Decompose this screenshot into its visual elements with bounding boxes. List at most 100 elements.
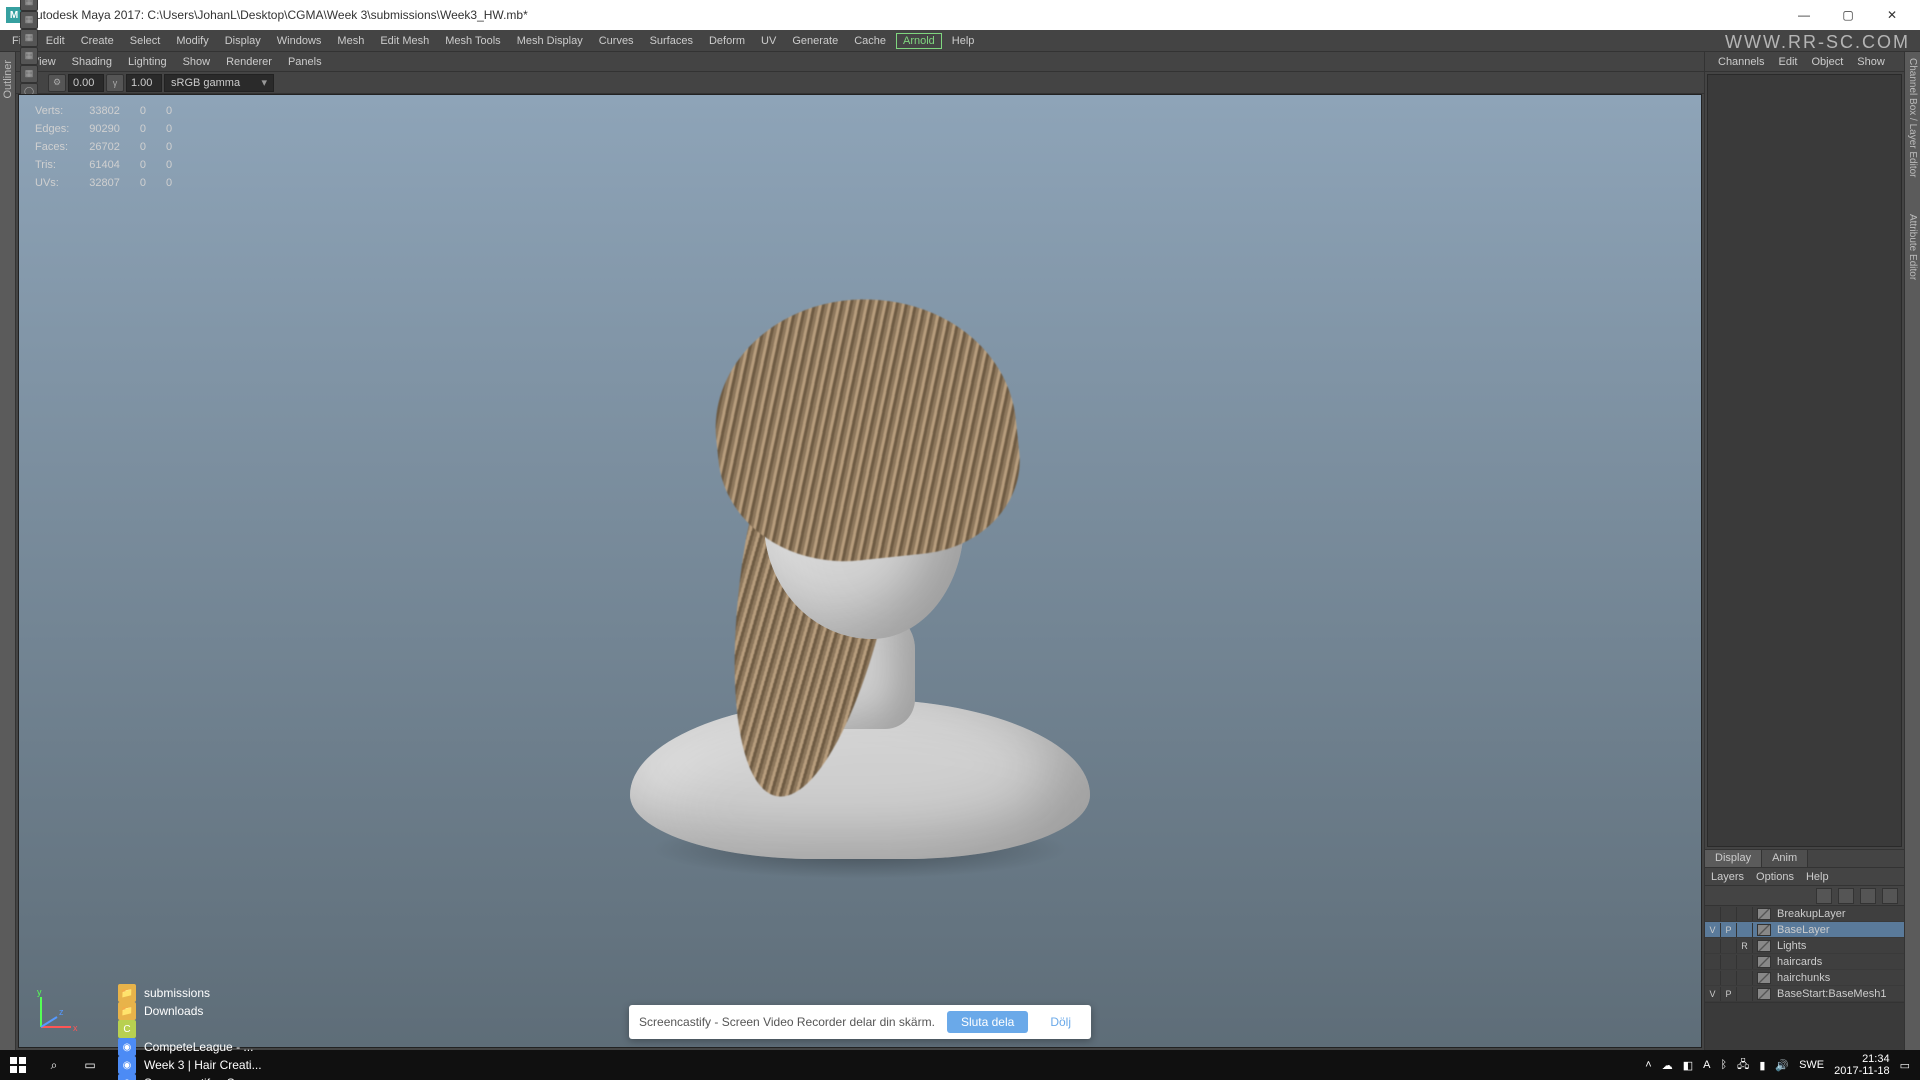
menu-create[interactable]: Create bbox=[73, 32, 122, 50]
layer-flag[interactable] bbox=[1721, 955, 1737, 969]
layer-row[interactable]: VPBaseStart:BaseMesh1 bbox=[1705, 986, 1904, 1002]
layer-color-swatch[interactable] bbox=[1757, 908, 1771, 920]
taskview-button[interactable]: ▭ bbox=[72, 1050, 108, 1080]
menu-arnold[interactable]: Arnold bbox=[896, 33, 942, 49]
layer-flag[interactable] bbox=[1705, 939, 1721, 953]
layer-flag[interactable] bbox=[1737, 987, 1753, 1001]
menu-edit-mesh[interactable]: Edit Mesh bbox=[372, 32, 437, 50]
layer-row[interactable]: BreakupLayer bbox=[1705, 906, 1904, 922]
panel-menu-show[interactable]: Show bbox=[175, 54, 219, 70]
channelbox-menu-edit[interactable]: Edit bbox=[1771, 54, 1804, 70]
tray-language[interactable]: SWE bbox=[1799, 1059, 1824, 1071]
viewport-toolbar-icon-15[interactable]: ▦ bbox=[20, 47, 38, 65]
menu-display[interactable]: Display bbox=[217, 32, 269, 50]
popup-stop-sharing-button[interactable]: Sluta dela bbox=[947, 1011, 1028, 1033]
toolbar-gamma-icon[interactable]: γ bbox=[106, 74, 124, 92]
layer-icon-d[interactable] bbox=[1882, 888, 1898, 904]
layer-flag[interactable] bbox=[1737, 923, 1753, 937]
toolbar-gear-icon[interactable]: ⚙ bbox=[48, 74, 66, 92]
taskbar-item[interactable]: C bbox=[108, 1020, 272, 1038]
tray-volume-icon[interactable]: 🔊 bbox=[1775, 1059, 1789, 1072]
tray-chevron-icon[interactable]: ˄ bbox=[1645, 1059, 1651, 1071]
taskbar-item[interactable]: 📁Downloads bbox=[108, 1002, 272, 1020]
tray-bluetooth-icon[interactable]: ᛒ bbox=[1720, 1059, 1727, 1071]
layer-flag[interactable]: V bbox=[1705, 987, 1721, 1001]
taskbar-item[interactable]: ◉Week 3 | Hair Creati... bbox=[108, 1056, 272, 1074]
menu-select[interactable]: Select bbox=[122, 32, 169, 50]
layer-flag[interactable]: P bbox=[1721, 923, 1737, 937]
viewport-3d[interactable]: Verts:3380200Edges:9029000Faces:2670200T… bbox=[18, 94, 1702, 1048]
close-button[interactable]: ✕ bbox=[1870, 1, 1914, 29]
layer-flag[interactable] bbox=[1721, 907, 1737, 921]
layer-flag[interactable] bbox=[1705, 907, 1721, 921]
layer-color-swatch[interactable] bbox=[1757, 972, 1771, 984]
menu-mesh-tools[interactable]: Mesh Tools bbox=[437, 32, 508, 50]
search-button[interactable]: ⌕ bbox=[36, 1050, 72, 1080]
menu-surfaces[interactable]: Surfaces bbox=[642, 32, 701, 50]
tab-display[interactable]: Display bbox=[1705, 850, 1762, 867]
taskbar-item[interactable]: 📁submissions bbox=[108, 984, 272, 1002]
menu-deform[interactable]: Deform bbox=[701, 32, 753, 50]
menu-windows[interactable]: Windows bbox=[269, 32, 330, 50]
gamma-field[interactable]: 1.00 bbox=[126, 74, 162, 92]
layer-flag[interactable] bbox=[1737, 907, 1753, 921]
channelbox-menu-show[interactable]: Show bbox=[1850, 54, 1892, 70]
menu-generate[interactable]: Generate bbox=[784, 32, 846, 50]
layer-icon-c[interactable] bbox=[1860, 888, 1876, 904]
start-button[interactable] bbox=[0, 1050, 36, 1080]
layer-flag[interactable]: V bbox=[1705, 923, 1721, 937]
layer-color-swatch[interactable] bbox=[1757, 924, 1771, 936]
tray-battery-icon[interactable]: ▮ bbox=[1759, 1059, 1765, 1072]
tray-clock[interactable]: 21:34 2017-11-18 bbox=[1834, 1053, 1889, 1077]
viewport-toolbar-icon-14[interactable]: ▦ bbox=[20, 29, 38, 47]
tray-cloud-icon[interactable]: ☁ bbox=[1662, 1059, 1673, 1072]
layer-icon-b[interactable] bbox=[1838, 888, 1854, 904]
layer-color-swatch[interactable] bbox=[1757, 988, 1771, 1000]
layer-menu-help[interactable]: Help bbox=[1806, 871, 1829, 883]
layer-flag[interactable] bbox=[1737, 955, 1753, 969]
channelbox-body[interactable] bbox=[1707, 74, 1902, 847]
layer-row[interactable]: RLights bbox=[1705, 938, 1904, 954]
layer-flag[interactable] bbox=[1705, 955, 1721, 969]
layer-color-swatch[interactable] bbox=[1757, 956, 1771, 968]
tab-attribute-editor[interactable]: Attribute Editor bbox=[1907, 214, 1918, 280]
channelbox-menu-channels[interactable]: Channels bbox=[1711, 54, 1771, 70]
panel-menu-panels[interactable]: Panels bbox=[280, 54, 330, 70]
layer-flag[interactable] bbox=[1721, 939, 1737, 953]
menu-help[interactable]: Help bbox=[944, 32, 983, 50]
menu-cache[interactable]: Cache bbox=[846, 32, 894, 50]
menu-edit[interactable]: Edit bbox=[38, 32, 73, 50]
tray-app-icon[interactable]: ◧ bbox=[1683, 1059, 1693, 1072]
layer-flag[interactable] bbox=[1737, 971, 1753, 985]
viewport-toolbar-icon-12[interactable]: ▦ bbox=[20, 0, 38, 11]
maximize-button[interactable]: ▢ bbox=[1826, 1, 1870, 29]
layer-icon-a[interactable] bbox=[1816, 888, 1832, 904]
layer-menu-layers[interactable]: Layers bbox=[1711, 871, 1744, 883]
menu-mesh-display[interactable]: Mesh Display bbox=[509, 32, 591, 50]
layer-flag[interactable] bbox=[1705, 971, 1721, 985]
menu-modify[interactable]: Modify bbox=[168, 32, 216, 50]
layer-color-swatch[interactable] bbox=[1757, 940, 1771, 952]
minimize-button[interactable]: — bbox=[1782, 1, 1826, 29]
taskbar-item[interactable]: ◉Screencastify - Scre... bbox=[108, 1074, 272, 1080]
layer-row[interactable]: VPBaseLayer bbox=[1705, 922, 1904, 938]
panel-menu-shading[interactable]: Shading bbox=[64, 54, 120, 70]
tray-notifications-icon[interactable]: ▭ bbox=[1900, 1059, 1910, 1072]
layer-row[interactable]: hairchunks bbox=[1705, 970, 1904, 986]
tray-network-icon[interactable]: 🖧 bbox=[1737, 1056, 1749, 1075]
channelbox-menu-object[interactable]: Object bbox=[1804, 54, 1850, 70]
layer-flag[interactable]: R bbox=[1737, 939, 1753, 953]
panel-menu-renderer[interactable]: Renderer bbox=[218, 54, 280, 70]
tab-channelbox-layereditor[interactable]: Channel Box / Layer Editor bbox=[1907, 58, 1918, 178]
menu-uv[interactable]: UV bbox=[753, 32, 784, 50]
panel-menu-lighting[interactable]: Lighting bbox=[120, 54, 175, 70]
outliner-collapsed-strip[interactable]: Outliner bbox=[0, 52, 16, 1050]
colorspace-select[interactable]: sRGB gamma bbox=[164, 74, 274, 92]
exposure-field[interactable]: 0.00 bbox=[68, 74, 104, 92]
layer-flag[interactable] bbox=[1721, 971, 1737, 985]
menu-curves[interactable]: Curves bbox=[591, 32, 642, 50]
tab-anim[interactable]: Anim bbox=[1762, 850, 1808, 867]
layer-editor-scroll-area[interactable] bbox=[1705, 1002, 1904, 1050]
popup-hide-button[interactable]: Dölj bbox=[1040, 1011, 1081, 1033]
viewport-toolbar-icon-16[interactable]: ▦ bbox=[20, 65, 38, 83]
